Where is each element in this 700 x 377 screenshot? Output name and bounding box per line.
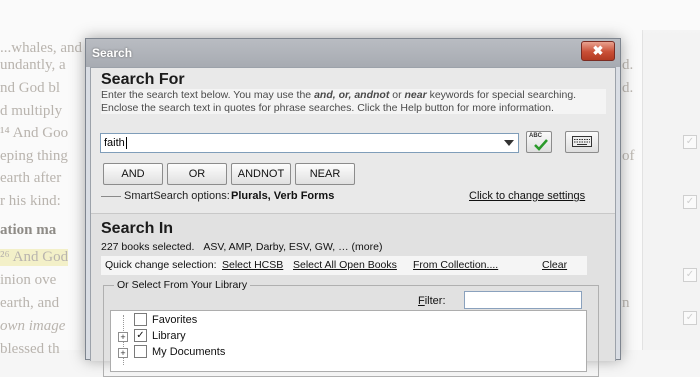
dialog-titlebar[interactable]: Search ✖ xyxy=(86,39,620,67)
smartsearch-value: Plurals, Verb Forms xyxy=(231,190,335,202)
search-input-value: faith xyxy=(104,137,127,150)
keyboard-button[interactable] xyxy=(565,131,599,153)
quick-change-bar: Quick change selection: Select HCSB Sele… xyxy=(101,256,587,275)
instr-text: Enter the search text below. You may use… xyxy=(101,89,315,101)
clear-link[interactable]: Clear xyxy=(542,259,567,271)
doc-line: r his kind: xyxy=(0,193,61,209)
selected-count: 227 books selected. xyxy=(101,241,195,253)
doc-line: inion ove xyxy=(0,272,57,288)
and-button[interactable]: AND xyxy=(103,163,163,185)
expand-icon[interactable]: + xyxy=(118,332,128,342)
text-caret xyxy=(125,137,127,150)
search-for-section: Search For Enter the search text below. … xyxy=(91,68,615,213)
search-input[interactable]: faith xyxy=(100,133,519,153)
near-button[interactable]: NEAR xyxy=(295,163,355,185)
doc-line: ...whales, and xyxy=(0,40,83,56)
search-dialog: Search ✖ Search For Enter the search tex… xyxy=(85,38,621,377)
library-tree[interactable]: Favorites + ✓ Library + My Documents xyxy=(110,310,587,372)
divider xyxy=(101,196,121,197)
checkbox-my-documents[interactable] xyxy=(134,345,147,358)
chevron-down-icon[interactable] xyxy=(504,140,514,146)
select-all-open-books-link[interactable]: Select All Open Books xyxy=(293,259,397,271)
filter-input[interactable] xyxy=(464,291,582,309)
right-pane xyxy=(642,30,700,350)
andnot-button[interactable]: ANDNOT xyxy=(231,163,291,185)
filter-label: Filter: xyxy=(418,295,446,307)
doc-line: earth after xyxy=(0,170,62,186)
close-button[interactable]: ✖ xyxy=(581,41,615,61)
smartsearch-label: SmartSearch options: xyxy=(124,190,230,202)
keyboard-icon xyxy=(572,136,592,147)
check-icon: ✓ xyxy=(683,268,697,282)
spellcheck-button[interactable]: ABC xyxy=(526,131,552,153)
query-text: faith xyxy=(104,137,125,149)
doc-line: ¹⁴ And Goo xyxy=(0,125,69,141)
instr-keywords: and, or, andnot xyxy=(314,89,390,101)
check-icon: ✓ xyxy=(683,311,697,325)
library-group-title: Or Select From Your Library xyxy=(114,279,251,291)
doc-fragment: d. xyxy=(622,57,634,73)
selected-books: 227 books selected. ASV, AMP, Darby, ESV… xyxy=(101,241,382,253)
top-fade xyxy=(0,0,700,35)
doc-fragment: n xyxy=(622,295,630,311)
instr-keyword-near: near xyxy=(404,89,427,101)
dialog-body: Search For Enter the search text below. … xyxy=(90,67,616,377)
doc-fragment: d. xyxy=(622,80,634,96)
checkbox-favorites[interactable] xyxy=(134,313,147,326)
tree-item-my-documents[interactable]: My Documents xyxy=(152,346,225,358)
checkmark-icon xyxy=(534,139,548,151)
library-group: Or Select From Your Library Filter: Favo… xyxy=(103,279,599,377)
instr-text: or xyxy=(389,89,405,101)
change-settings-link[interactable]: Click to change settings xyxy=(469,190,585,202)
tree-item-library[interactable]: Library xyxy=(152,330,186,342)
search-in-heading: Search In xyxy=(101,220,174,237)
tree-item-favorites[interactable]: Favorites xyxy=(152,314,197,326)
doc-line: d multiply xyxy=(0,103,63,119)
or-button[interactable]: OR xyxy=(167,163,227,185)
doc-line-highlighted: ²⁶ And God xyxy=(0,249,69,266)
doc-line: undantly, a xyxy=(0,57,66,73)
selected-list[interactable]: ASV, AMP, Darby, ESV, GW, … (more) xyxy=(203,241,382,253)
doc-line: nd God bl xyxy=(0,80,60,96)
doc-line: earth, and xyxy=(0,295,60,311)
check-icon: ✓ xyxy=(683,195,697,209)
check-icon: ✓ xyxy=(683,135,697,149)
doc-line: own image xyxy=(0,318,66,334)
doc-line: eping thing xyxy=(0,148,68,164)
from-collection-link[interactable]: From Collection.... xyxy=(413,259,498,271)
checkbox-library[interactable]: ✓ xyxy=(134,329,147,342)
doc-fragment: of xyxy=(622,148,635,164)
doc-heading: ation ma xyxy=(0,222,57,238)
search-in-section: Search In 227 books selected. ASV, AMP, … xyxy=(91,213,615,377)
search-for-heading: Search For xyxy=(101,71,185,88)
select-hcsb-link[interactable]: Select HCSB xyxy=(222,259,283,271)
quick-change-label: Quick change selection: xyxy=(105,259,217,271)
search-instructions: Enter the search text below. You may use… xyxy=(101,89,606,114)
dialog-title: Search xyxy=(92,46,133,60)
